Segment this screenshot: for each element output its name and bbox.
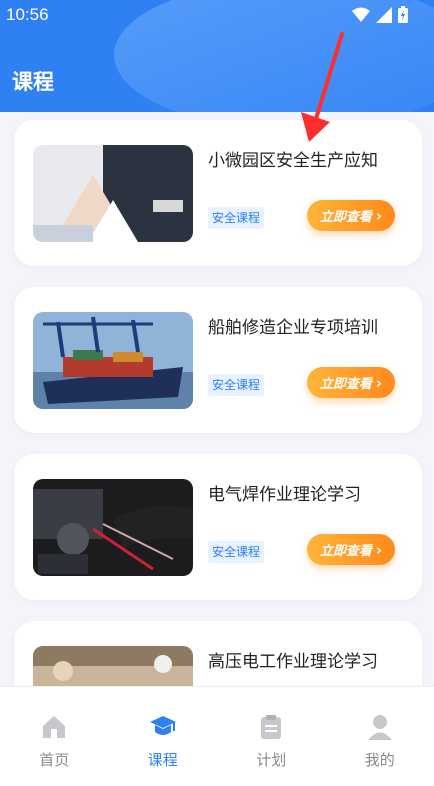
user-icon (367, 715, 392, 740)
course-tag: 安全课程 (208, 374, 265, 396)
tab-label: 首页 (39, 751, 70, 769)
bottom-tab-bar: 首页 课程 计划 我的 (0, 686, 434, 786)
clipboard-icon (261, 715, 282, 739)
status-icons (352, 6, 408, 23)
tab-plan[interactable]: 计划 (217, 687, 326, 786)
course-card[interactable]: 小微园区安全生产应知 安全课程 立即查看 › (14, 120, 422, 266)
course-tag: 安全课程 (208, 207, 265, 229)
graduation-cap-icon (149, 716, 176, 735)
tab-courses[interactable]: 课程 (109, 687, 218, 786)
annotation-arrow-icon (301, 32, 344, 142)
chevron-right-icon: › (375, 540, 383, 559)
tab-label: 课程 (147, 751, 178, 769)
status-bar: 10:56 (0, 0, 434, 30)
chevron-right-icon: › (375, 373, 383, 392)
course-card[interactable]: 船舶修造企业专项培训 安全课程 立即查看 › (14, 287, 422, 433)
course-title: 高压电工作业理论学习 (208, 652, 378, 672)
chevron-right-icon: › (375, 206, 383, 225)
status-time: 10:56 (6, 5, 49, 24)
tab-label: 我的 (364, 751, 395, 769)
course-card[interactable]: 电气焊作业理论学习 安全课程 立即查看 › (14, 454, 422, 600)
view-now-button[interactable]: 立即查看 › (307, 200, 395, 231)
course-thumbnail (33, 145, 193, 242)
wifi-icon (352, 7, 370, 22)
course-thumbnail (33, 479, 193, 576)
view-now-label: 立即查看 (319, 210, 372, 225)
view-now-button[interactable]: 立即查看 › (307, 367, 395, 398)
tab-home[interactable]: 首页 (0, 687, 109, 786)
battery-icon (398, 6, 408, 23)
page-title: 课程 (12, 70, 54, 94)
tab-label: 计划 (256, 751, 287, 769)
course-tag: 安全课程 (208, 541, 265, 563)
tab-profile[interactable]: 我的 (326, 687, 434, 786)
view-now-label: 立即查看 (319, 377, 372, 392)
signal-icon (376, 6, 392, 23)
view-now-button[interactable]: 立即查看 › (307, 534, 395, 565)
home-icon (43, 716, 66, 738)
view-now-label: 立即查看 (319, 544, 372, 559)
course-title: 电气焊作业理论学习 (208, 485, 361, 505)
course-thumbnail (33, 312, 193, 409)
course-title: 船舶修造企业专项培训 (208, 318, 378, 338)
